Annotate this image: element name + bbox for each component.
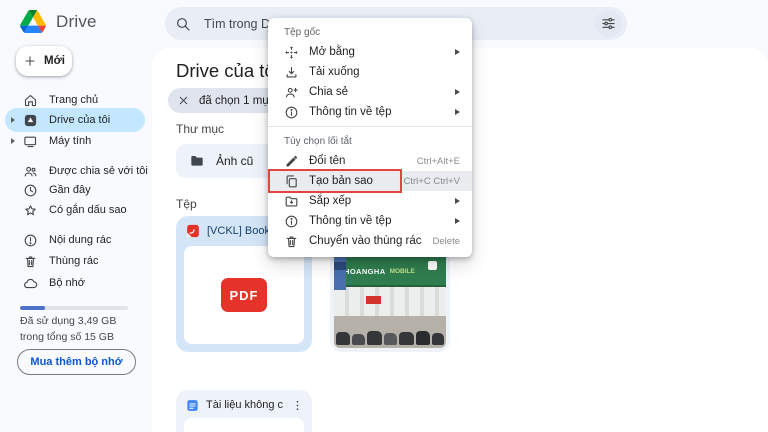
brand-text: Drive [56,11,97,31]
submenu-chevron-icon [455,89,460,95]
tune-icon [602,17,615,30]
motorbikes-row [334,316,446,348]
expand-chevron-icon[interactable] [11,138,15,144]
download-icon [286,66,297,77]
expand-chevron-icon[interactable] [11,117,15,123]
star-icon [25,204,36,215]
submenu-chevron-icon [455,198,460,204]
pdf-preview: PDF [184,246,304,344]
close-icon[interactable] [177,94,190,107]
search-icon [177,17,190,31]
storage-usage-text: Đã sử dụng 3,49 GB trong tổng số 15 GB [20,315,117,343]
spam-icon [24,234,37,246]
sidebar-item-label: Trang chủ [49,94,99,106]
submenu-chevron-icon [455,109,460,115]
drive-logo-icon [20,10,46,33]
organize-icon [285,196,298,206]
menu-section-header: Tùy chọn lối tắt [284,135,352,147]
info-icon [285,106,298,118]
page-title: Drive của tôi [176,60,279,81]
search-options-button[interactable] [595,10,622,37]
person-add-icon [285,87,298,97]
folders-section-label: Thư mục [176,122,225,136]
sidebar-item-my-drive[interactable]: Drive của tôi [0,108,152,132]
brand[interactable]: Drive [20,10,97,33]
sidebar-item-computers[interactable]: Máy tính [0,130,152,152]
menu-item-file-info[interactable]: Thông tin về tệp [268,102,472,122]
pdf-badge: PDF [221,278,267,312]
sidebar-item-storage[interactable]: Bộ nhớ [0,272,152,294]
sidebar-item-label: Gần đây [49,184,91,196]
menu-item-move-to-trash[interactable]: Chuyển vào thùng rác Delete [268,231,472,251]
selection-chip-label: đã chọn 1 mục [199,94,275,107]
menu-item-organize[interactable]: Sắp xếp [268,191,472,211]
sidebar-item-label: Có gắn dấu sao [49,204,127,216]
buy-storage-button[interactable]: Mua thêm bộ nhớ [17,349,136,375]
rename-icon [286,155,298,166]
shortcut-label: Ctrl+Alt+E [416,155,460,167]
copy-icon [286,174,297,187]
new-button-label: Mới [44,55,65,67]
clock-icon [24,184,37,196]
more-options-icon[interactable] [291,399,304,412]
folder-name: Ảnh cũ [216,154,254,168]
submenu-chevron-icon [455,49,460,55]
pdf-icon [187,224,199,238]
home-icon [24,94,37,106]
sidebar-item-label: Nội dung rác [49,234,112,246]
menu-item-file-info-2[interactable]: Thông tin về tệp [268,211,472,231]
sidebar-item-spam[interactable]: Nội dung rác [0,229,152,251]
storage-progress [20,306,128,310]
sidebar-item-starred[interactable]: Có gắn dấu sao [0,199,152,221]
trash-icon [25,255,36,267]
context-menu: Tệp gốc Mở bằng Tải xuống Chia sẻ Thông … [268,18,472,257]
new-button[interactable]: Mới [16,46,72,76]
file-tile-doc[interactable]: Tài liệu không c... [176,390,312,432]
shortcut-label: Delete [432,235,460,247]
sidebar-item-label: Máy tính [49,135,92,147]
google-drive-window: Drive Tìm trong Drive Mới Trang chủ Driv… [0,0,768,432]
people-icon [24,166,37,176]
folder-icon [191,156,203,166]
storefront-sign: HOANGHA MOBILE [334,257,446,287]
my-drive-icon [24,114,37,126]
submenu-chevron-icon [455,218,460,224]
doc-icon [187,399,198,411]
sidebar-item-label: Được chia sẻ với tôi [49,165,148,177]
menu-divider [268,126,472,127]
menu-item-open-with[interactable]: Mở bằng [268,42,472,62]
plus-icon [25,56,35,66]
photo-thumbnail: HOANGHA MOBILE [334,242,446,348]
menu-item-share[interactable]: Chia sẻ [268,82,472,102]
doc-preview [184,418,304,432]
menu-item-download[interactable]: Tải xuống [268,62,472,82]
sidebar-item-recent[interactable]: Gần đây [0,179,152,201]
computer-icon [24,136,37,147]
file-name: Tài liệu không c... [206,399,284,411]
sidebar-item-label: Thùng rác [49,255,99,267]
menu-item-rename[interactable]: Đổi tên Ctrl+Alt+E [268,151,472,171]
sidebar-item-label: Bộ nhớ [49,277,85,289]
cloud-icon [24,278,38,288]
menu-item-make-a-copy[interactable]: Tạo bản sao Ctrl+C Ctrl+V [268,169,472,193]
open-with-icon [285,45,298,59]
shortcut-label: Ctrl+C Ctrl+V [403,175,460,187]
trash-icon [286,235,297,247]
menu-section-header: Tệp gốc [284,26,321,38]
storage-progress-fill [20,306,45,310]
sidebar-item-trash[interactable]: Thùng rác [0,250,152,272]
files-section-label: Tệp [176,197,197,211]
sidebar-item-label: Drive của tôi [49,114,111,126]
info-icon [285,215,298,227]
